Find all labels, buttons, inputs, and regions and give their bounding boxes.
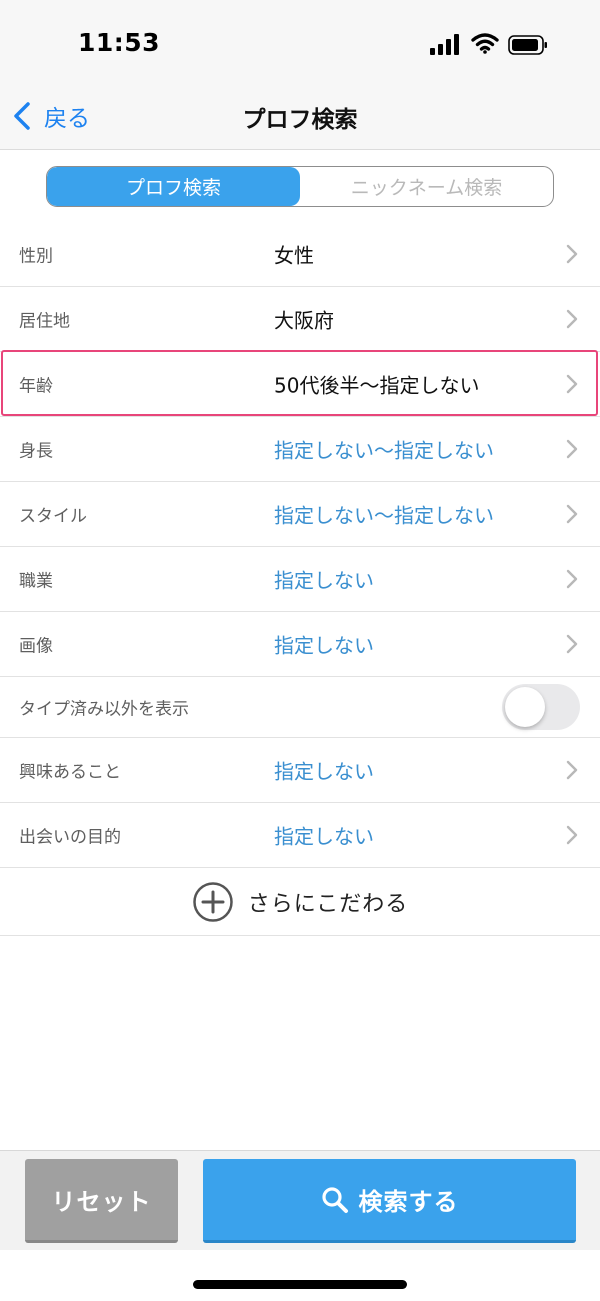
search-mode-segment: プロフ検索 ニックネーム検索 [46, 166, 554, 207]
chevron-right-icon [566, 244, 578, 264]
row-show-non-liked: タイプ済み以外を表示 [0, 677, 600, 738]
chevron-right-icon [566, 825, 578, 845]
home-area [0, 1250, 600, 1301]
row-photo[interactable]: 画像 指定しない [0, 612, 600, 677]
chevron-right-icon [566, 504, 578, 524]
search-icon [321, 1186, 348, 1213]
row-age[interactable]: 年齢 50代後半～指定しない [0, 352, 600, 417]
search-screen: 11:53 戻る プロフ検索 プロフ検索 ニックネーム検索 性別 女性 居住地 … [0, 0, 600, 1301]
row-label: スタイル [19, 506, 87, 527]
search-button[interactable]: 検索する [203, 1159, 576, 1243]
row-label: 性別 [19, 246, 53, 267]
cellular-signal-icon [430, 34, 459, 55]
row-label: 画像 [19, 636, 53, 657]
row-style[interactable]: スタイル 指定しない～指定しない [0, 482, 600, 547]
row-label: 出会いの目的 [19, 827, 121, 848]
row-label: タイプ済み以外を表示 [19, 699, 189, 720]
row-value: 指定しない [274, 824, 374, 849]
criteria-list: 性別 女性 居住地 大阪府 年齢 50代後半～指定しない 身長 指定しない～指定… [0, 222, 600, 936]
row-label: 年齢 [19, 376, 53, 397]
battery-icon [508, 35, 547, 55]
show-non-liked-toggle[interactable] [502, 684, 580, 730]
row-label: 興味あること [19, 762, 121, 783]
row-interests[interactable]: 興味あること 指定しない [0, 738, 600, 803]
row-value: 指定しない [274, 633, 374, 658]
row-value: 大阪府 [274, 308, 334, 333]
chevron-right-icon [566, 374, 578, 394]
bottom-action-bar: リセット 検索する [0, 1150, 600, 1250]
row-label: 職業 [19, 571, 53, 592]
row-purpose[interactable]: 出会いの目的 指定しない [0, 803, 600, 868]
status-time: 11:53 [78, 28, 161, 57]
row-value: 指定しない [274, 568, 374, 593]
tab-nickname-search[interactable]: ニックネーム検索 [300, 167, 553, 206]
more-criteria-button[interactable]: さらにこだわる [192, 881, 409, 923]
row-height[interactable]: 身長 指定しない～指定しない [0, 417, 600, 482]
row-value: 指定しない [274, 759, 374, 784]
row-value: 女性 [274, 243, 314, 268]
home-indicator[interactable] [193, 1280, 407, 1289]
row-occupation[interactable]: 職業 指定しない [0, 547, 600, 612]
chevron-right-icon [566, 760, 578, 780]
plus-circle-icon [192, 881, 233, 922]
chevron-right-icon [566, 569, 578, 589]
row-residence[interactable]: 居住地 大阪府 [0, 287, 600, 352]
page-title: プロフ検索 [242, 107, 358, 133]
tab-profile-search[interactable]: プロフ検索 [47, 167, 300, 206]
chevron-right-icon [566, 634, 578, 654]
reset-button[interactable]: リセット [25, 1159, 178, 1243]
row-label: 居住地 [19, 311, 70, 332]
wifi-icon [471, 33, 499, 54]
row-value: 指定しない～指定しない [274, 503, 494, 528]
row-label: 身長 [19, 441, 53, 462]
toggle-knob [505, 687, 545, 727]
row-gender[interactable]: 性別 女性 [0, 222, 600, 287]
row-value: 50代後半～指定しない [274, 373, 480, 398]
row-value: 指定しない～指定しない [274, 438, 494, 463]
more-criteria-label: さらにこだわる [247, 891, 409, 917]
more-criteria-row: さらにこだわる [0, 868, 600, 936]
chevron-right-icon [566, 309, 578, 329]
search-button-label: 検索する [358, 1188, 459, 1216]
top-bar: 11:53 戻る プロフ検索 [0, 0, 600, 150]
chevron-right-icon [566, 439, 578, 459]
